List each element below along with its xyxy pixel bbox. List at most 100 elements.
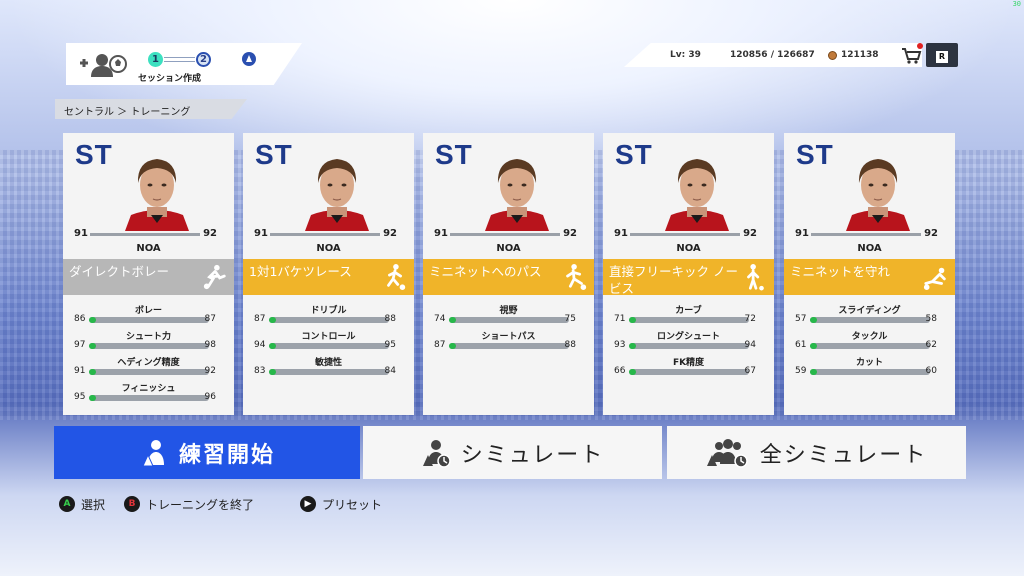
coin-icon — [828, 51, 837, 60]
attribute-after: 62 — [925, 340, 937, 350]
training-card[interactable]: ST 91 92 NOA 直接フリーキック ノービス カーブ 71 72 ロングシュート 93 94… — [603, 133, 774, 415]
attribute-before: 97 — [74, 340, 86, 350]
player-position: ST — [75, 139, 113, 170]
hint-select-label: 選択 — [81, 497, 106, 512]
attribute-after: 72 — [744, 314, 756, 324]
r-button-label: R — [936, 51, 948, 63]
drill-name: ミニネットを守れ — [790, 264, 891, 279]
step-connector — [164, 57, 195, 62]
session-label: セッション作成 — [138, 74, 202, 84]
session-step-1: 1 — [148, 52, 163, 67]
coin-count: 121138 — [841, 50, 879, 60]
player-portrait — [485, 149, 549, 231]
hint-select[interactable]: A 選択 — [59, 495, 105, 513]
attribute-row: シュート力 97 98 — [63, 329, 234, 355]
attribute-after: 98 — [204, 340, 216, 350]
training-card[interactable]: ST 91 92 NOA ミニネットを守れ スライディング 57 58 タックル 61 62 カット 5… — [784, 133, 955, 415]
start-training-button[interactable]: 練習開始 — [54, 426, 360, 479]
attribute-after: 88 — [564, 340, 576, 350]
player-name: NOA — [676, 243, 701, 254]
add-player-icon[interactable] — [74, 49, 130, 79]
drill-banner: ミニネットを守れ — [784, 259, 955, 295]
attribute-gain-fill — [449, 343, 456, 349]
ovr-before: 91 — [795, 228, 809, 239]
ovr-after: 92 — [203, 228, 217, 239]
attribute-bar — [269, 343, 389, 349]
attribute-bar — [89, 343, 209, 349]
notification-dot — [917, 43, 923, 49]
simulate-icon — [422, 439, 451, 468]
attribute-bar — [89, 317, 209, 323]
ovr-after: 92 — [563, 228, 577, 239]
b-button-icon: B — [124, 496, 140, 512]
ovr-after: 92 — [383, 228, 397, 239]
free-kick-icon — [747, 264, 764, 291]
attribute-bar — [449, 317, 569, 323]
attribute-before: 66 — [614, 366, 626, 376]
player-position: ST — [796, 139, 834, 170]
player-portrait — [125, 149, 189, 231]
attribute-bar — [810, 369, 930, 375]
attribute-row: タックル 61 62 — [784, 329, 955, 355]
attribute-gain-fill — [629, 317, 636, 323]
attribute-bar — [810, 317, 930, 323]
attribute-gain-fill — [89, 343, 96, 349]
menu-button-icon: ▶ — [300, 496, 316, 512]
hint-preset-label: プリセット — [322, 497, 383, 512]
player-name: NOA — [316, 243, 341, 254]
player-portrait — [846, 149, 910, 231]
simulate-button[interactable]: シミュレート — [363, 426, 662, 479]
attribute-after: 84 — [384, 366, 396, 376]
drill-name: ダイレクトボレー — [69, 264, 170, 279]
player-cone-icon — [142, 439, 164, 466]
training-card[interactable]: ST 91 92 NOA ダイレクトボレー ボレー 86 87 シュート力 97 98 ヘディング精度… — [63, 133, 234, 415]
hint-end-training[interactable]: B トレーニングを終了 — [124, 495, 254, 513]
training-card[interactable]: ST 91 92 NOA 1対1バケツレース ドリブル 87 88 コントロール 94 95 敏捷性 8… — [243, 133, 414, 415]
training-card[interactable]: ST 91 92 NOA ミニネットへのパス 視野 74 75 ショートパス 87 88 — [423, 133, 594, 415]
volley-icon — [203, 264, 226, 290]
training-cone-icon — [242, 52, 256, 66]
attribute-row: ボレー 86 87 — [63, 303, 234, 329]
attribute-gain-fill — [89, 317, 96, 323]
attribute-gain-fill — [89, 395, 96, 401]
attribute-before: 74 — [434, 314, 446, 324]
ovr-after: 92 — [924, 228, 938, 239]
stats-panel: Lv: 39 120856 / 126687 121138 — [624, 43, 922, 67]
attribute-bar — [269, 317, 389, 323]
simulate-all-button[interactable]: 全シミュレート — [667, 426, 966, 479]
ovr-bar — [630, 233, 740, 236]
player-position: ST — [255, 139, 293, 170]
r-button[interactable]: R — [926, 43, 958, 67]
attribute-before: 87 — [434, 340, 446, 350]
attribute-after: 96 — [204, 392, 216, 402]
attribute-before: 91 — [74, 366, 86, 376]
attribute-after: 87 — [204, 314, 216, 324]
ovr-bar — [270, 233, 380, 236]
drill-name: 直接フリーキック ノービス — [609, 264, 738, 296]
ovr-bar — [90, 233, 200, 236]
attribute-gain-fill — [810, 343, 817, 349]
attribute-row: コントロール 94 95 — [243, 329, 414, 355]
attribute-after: 60 — [925, 366, 937, 376]
attribute-gain-fill — [89, 369, 96, 375]
level: Lv: 39 — [670, 50, 701, 60]
attribute-gain-fill — [629, 343, 636, 349]
hint-end-label: トレーニングを終了 — [146, 497, 255, 512]
drill-banner: 直接フリーキック ノービス — [603, 259, 774, 296]
attribute-before: 71 — [614, 314, 626, 324]
attribute-bar — [269, 369, 389, 375]
player-portrait — [665, 149, 729, 231]
player-name: NOA — [496, 243, 521, 254]
attribute-row: ヘディング精度 91 92 — [63, 355, 234, 381]
attribute-before: 59 — [795, 366, 807, 376]
ovr-bar — [450, 233, 560, 236]
attribute-before: 83 — [254, 366, 266, 376]
attribute-gain-fill — [269, 343, 276, 349]
attribute-bar — [89, 395, 209, 401]
attribute-before: 87 — [254, 314, 266, 324]
dribble-icon — [387, 264, 406, 290]
hint-preset[interactable]: ▶ プリセット — [300, 495, 382, 513]
attribute-gain-fill — [269, 317, 276, 323]
attribute-gain-fill — [269, 369, 276, 375]
drill-banner: 1対1バケツレース — [243, 259, 414, 295]
